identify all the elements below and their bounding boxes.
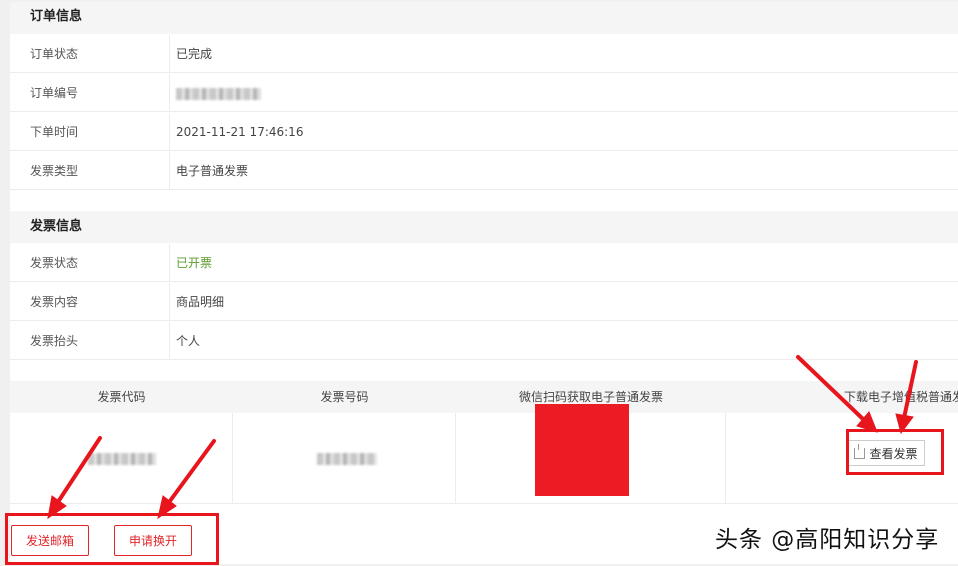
invoice-number-blurred: [317, 453, 377, 465]
invoice-table-row: [10, 413, 958, 504]
invoice-code-cell: [10, 413, 233, 504]
invoice-status-value: 已开票: [176, 256, 213, 270]
invoice-title-label: 发票抬头: [10, 322, 170, 359]
invoice-table-header: 发票代码 发票号码 微信扫码获取电子普通发票 下载电子增值税普通发票: [10, 381, 958, 413]
invoice-status-row: 发票状态 已开票: [10, 244, 958, 282]
order-number-label: 订单编号: [10, 74, 170, 111]
invoice-type-label: 发票类型: [10, 152, 170, 189]
send-email-button[interactable]: 发送邮箱: [11, 525, 89, 556]
order-number-value: [176, 74, 261, 112]
invoice-content-row: 发票内容 商品明细: [10, 283, 958, 321]
order-time-row: 下单时间 2021-11-21 17:46:16: [10, 113, 958, 151]
invoice-code-blurred: [88, 453, 156, 465]
col-invoice-code: 发票代码: [97, 390, 146, 404]
watermark-text: 头条 @高阳知识分享: [715, 527, 940, 553]
order-time-value: 2021-11-21 17:46:16: [176, 125, 304, 139]
invoice-title-row: 发票抬头 个人: [10, 322, 958, 360]
order-info-heading: 订单信息: [10, 2, 958, 34]
order-status-row: 订单状态 已完成: [10, 35, 958, 73]
order-time-label: 下单时间: [10, 113, 170, 150]
apply-reissue-button[interactable]: 申请换开: [114, 525, 192, 556]
invoice-type-row: 发票类型 电子普通发票: [10, 152, 958, 190]
col-download-invoice: 下载电子增值税普通发票: [844, 390, 958, 404]
col-invoice-number: 发票号码: [320, 390, 369, 404]
invoice-type-value: 电子普通发票: [176, 164, 249, 178]
invoice-number-cell: [233, 413, 456, 504]
highlight-view-invoice: [846, 429, 944, 475]
invoice-content-label: 发票内容: [10, 283, 170, 320]
order-status-value: 已完成: [176, 47, 213, 61]
invoice-content-value: 商品明细: [176, 295, 225, 309]
invoice-title-value: 个人: [176, 334, 201, 348]
order-detail-panel: 订单信息 订单状态 已完成 订单编号 下单时间 2021-11-21 17:46…: [10, 2, 958, 564]
wechat-qr-code[interactable]: [535, 404, 629, 496]
order-status-label: 订单状态: [10, 35, 170, 72]
order-number-row: 订单编号: [10, 74, 958, 112]
invoice-status-label: 发票状态: [10, 244, 170, 281]
invoice-info-heading: 发票信息: [10, 211, 958, 243]
